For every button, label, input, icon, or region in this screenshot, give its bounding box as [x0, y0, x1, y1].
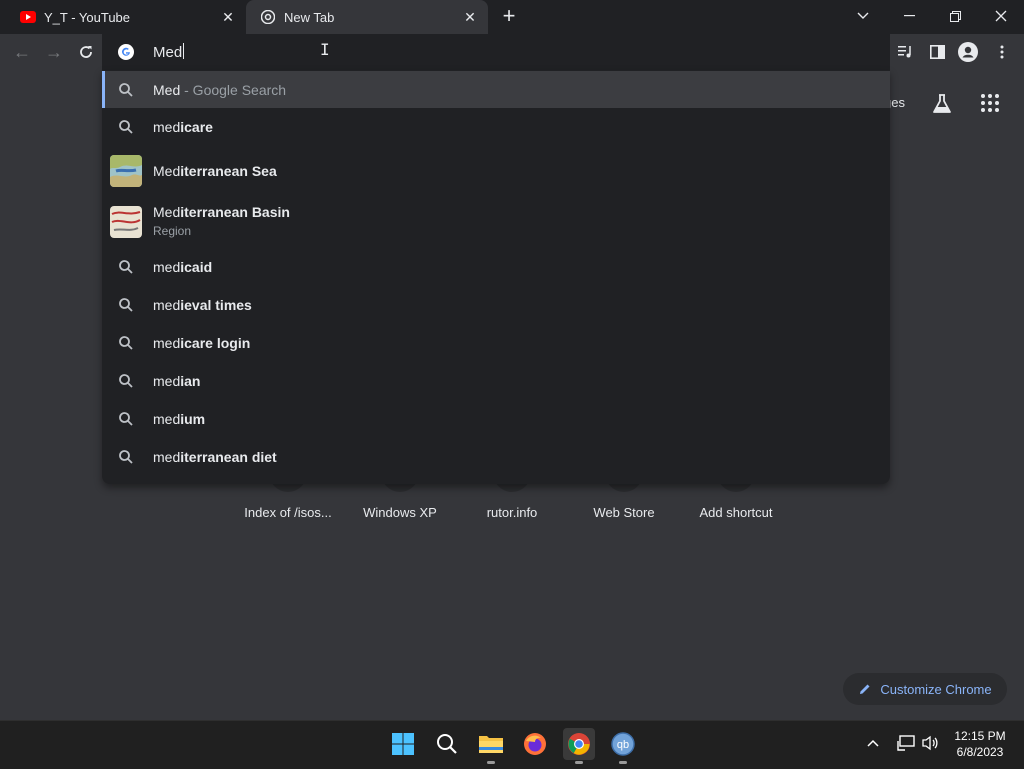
restore-button[interactable] — [932, 0, 978, 32]
volume-icon[interactable] — [921, 735, 941, 753]
system-clock[interactable]: 12:15 PM 6/8/2023 — [946, 728, 1014, 760]
add-shortcut-button[interactable]: Add shortcut — [681, 505, 791, 520]
search-icon — [119, 374, 133, 388]
profile-icon[interactable] — [958, 42, 978, 62]
suggestion-item[interactable]: medicaid — [102, 248, 890, 286]
svg-text:qb: qb — [617, 739, 629, 751]
suggestion-item[interactable]: median — [102, 362, 890, 400]
search-icon — [119, 298, 133, 312]
suggestion-match: Med — [153, 81, 181, 98]
suggestion-item[interactable]: medium — [102, 400, 890, 438]
suggestion-item[interactable]: mediterranean diet — [102, 438, 890, 476]
suggestion-item[interactable]: medicare login — [102, 324, 890, 362]
forward-button[interactable]: → — [42, 40, 66, 64]
map-thumbnail — [110, 155, 142, 187]
shortcut-rutor[interactable]: rutor.info — [457, 505, 567, 520]
reload-button[interactable] — [74, 40, 98, 64]
shortcut-index-of-isos[interactable]: Index of /isos... — [233, 505, 343, 520]
suggestion-google-search[interactable]: Med - Google Search — [102, 71, 890, 108]
apps-grid-icon[interactable] — [980, 93, 1000, 113]
suggestion-item[interactable]: Mediterranean Basin Region — [102, 196, 890, 248]
search-icon[interactable] — [431, 728, 463, 760]
suggestion-hint: - Google Search — [180, 81, 287, 98]
close-icon[interactable]: ✕ — [462, 9, 478, 25]
tab-new-tab[interactable]: New Tab ✕ — [246, 0, 488, 34]
network-icon[interactable] — [897, 735, 917, 753]
omnibox-suggestions-dropdown: Med - Google Search medicare Mediterrane… — [102, 70, 890, 484]
chrome-taskbar-icon[interactable] — [563, 728, 595, 764]
back-button[interactable]: ← — [10, 40, 34, 64]
running-indicator — [487, 761, 495, 764]
customize-chrome-button[interactable]: Customize Chrome — [843, 673, 1007, 705]
file-explorer-icon[interactable] — [475, 728, 507, 764]
youtube-icon — [20, 9, 36, 25]
running-indicator — [619, 761, 627, 764]
suggestion-subtitle: Region — [153, 224, 192, 238]
close-window-button[interactable] — [978, 0, 1024, 32]
show-hidden-icons-chevron-icon[interactable] — [866, 736, 882, 752]
more-menu-icon[interactable] — [992, 42, 1012, 62]
search-icon — [119, 83, 133, 97]
tab-title: Y_T - YouTube — [44, 9, 131, 25]
search-icon — [119, 120, 133, 134]
tab-youtube[interactable]: Y_T - YouTube ✕ — [0, 0, 246, 34]
qbittorrent-icon[interactable]: qb — [607, 728, 639, 764]
firefox-icon[interactable] — [519, 728, 551, 760]
suggestion-item[interactable]: medicare — [102, 108, 890, 146]
labs-flask-icon[interactable] — [930, 92, 954, 116]
text-caret — [183, 43, 185, 59]
search-icon — [119, 450, 133, 464]
shortcut-web-store[interactable]: Web Store — [569, 505, 679, 520]
tab-title: New Tab — [284, 9, 335, 25]
minimize-button[interactable] — [886, 0, 932, 32]
address-bar-input[interactable]: Med — [153, 43, 185, 61]
search-icon — [119, 260, 133, 274]
map-thumbnail — [110, 206, 142, 238]
side-panel-icon[interactable] — [927, 42, 947, 62]
tab-search-icon[interactable] — [840, 0, 886, 32]
google-icon — [117, 43, 135, 61]
media-controls-icon[interactable] — [896, 42, 916, 62]
windows-start-icon[interactable] — [387, 728, 419, 760]
pencil-icon — [860, 684, 870, 694]
search-icon — [119, 412, 133, 426]
omnibox[interactable] — [102, 34, 890, 70]
shortcut-windows-xp[interactable]: Windows XP — [345, 505, 455, 520]
running-indicator — [575, 761, 583, 764]
close-icon[interactable]: ✕ — [220, 9, 236, 25]
search-icon — [119, 336, 133, 350]
ibeam-cursor-icon: I — [320, 40, 330, 59]
new-tab-button[interactable]: + — [498, 5, 520, 28]
suggestion-item[interactable]: medieval times — [102, 286, 890, 324]
chrome-icon — [260, 9, 276, 25]
suggestion-item[interactable]: Mediterranean Sea — [102, 146, 890, 196]
